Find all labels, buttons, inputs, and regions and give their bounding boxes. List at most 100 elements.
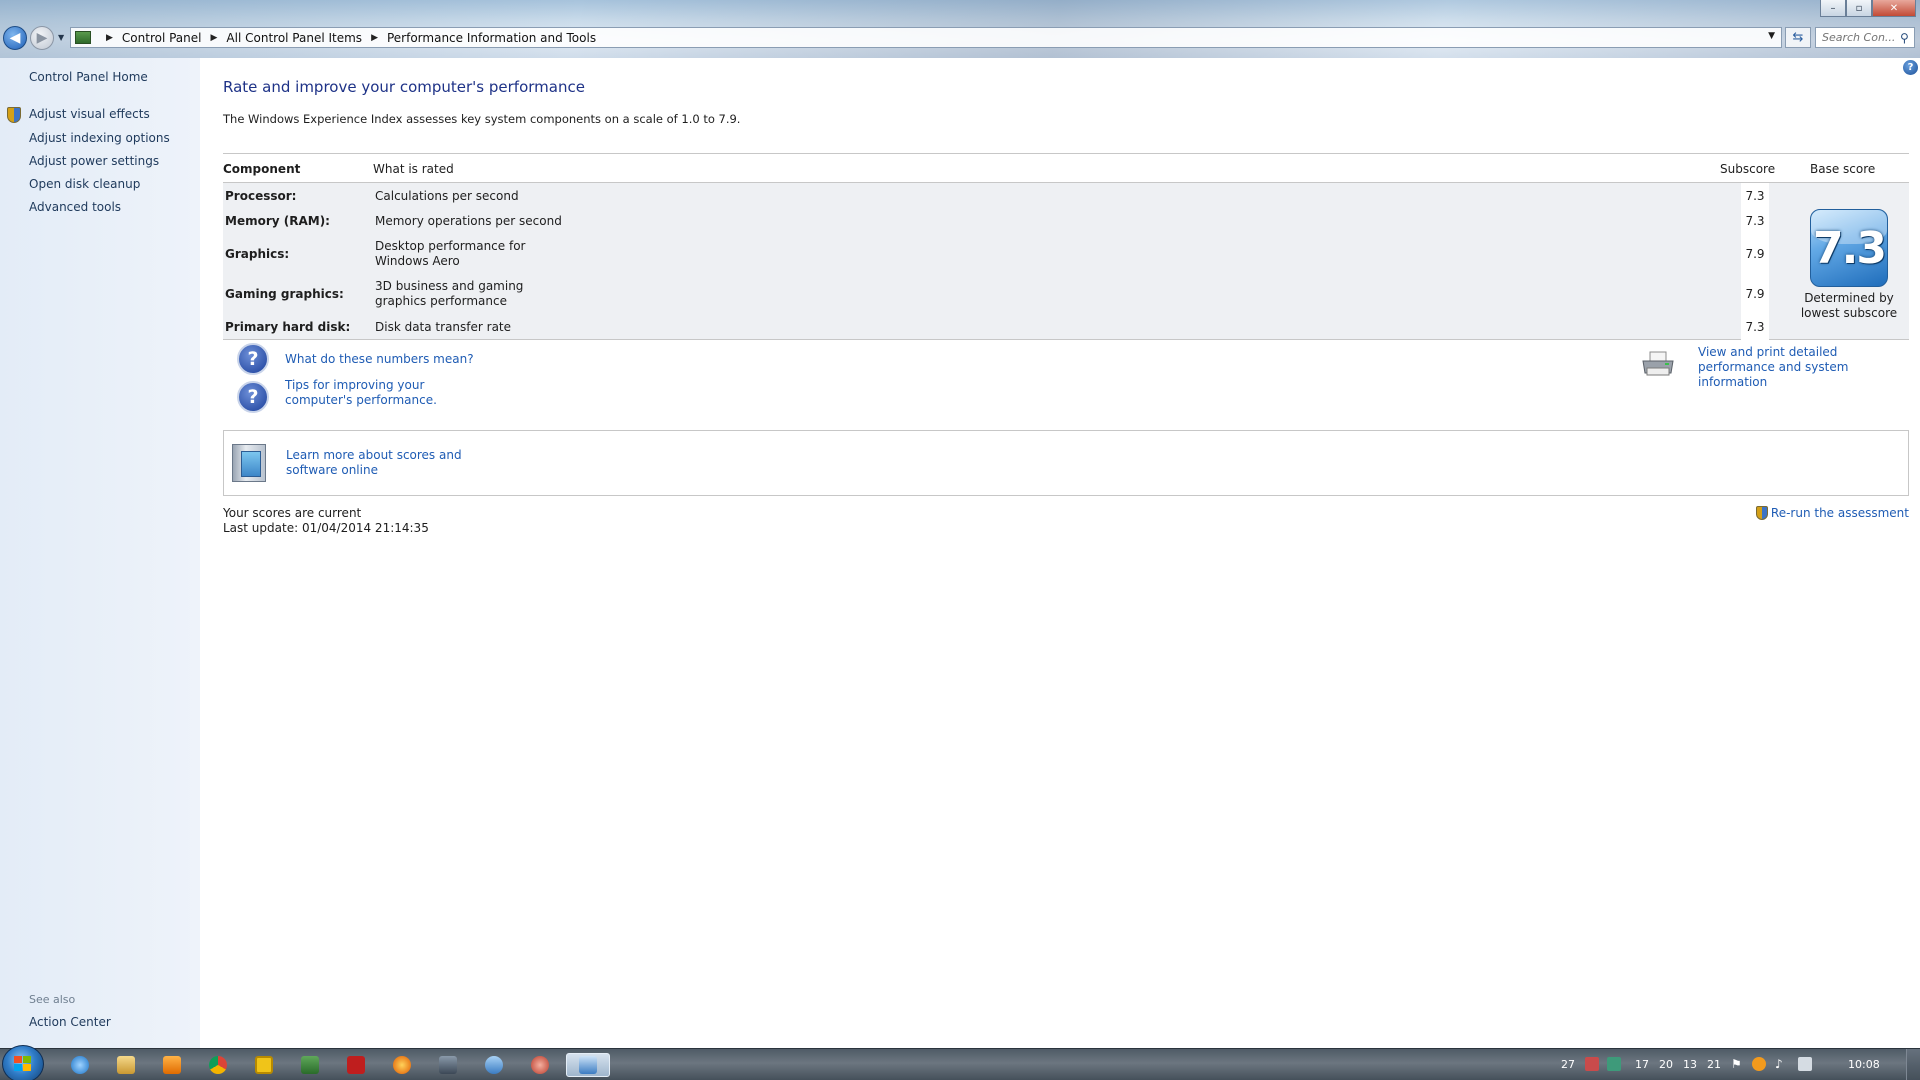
component-name: Gaming graphics: <box>225 287 344 301</box>
window-controls: – ▫ ✕ <box>1820 0 1916 17</box>
main-content: ? Rate and improve your computer's perfo… <box>200 58 1920 1048</box>
learn-more-link[interactable]: Learn more about scores and software onl… <box>286 448 516 478</box>
rated-description: Desktop performance for Windows Aero <box>375 239 526 268</box>
outlook-icon[interactable] <box>246 1053 282 1077</box>
app-icon[interactable] <box>476 1053 512 1077</box>
address-dropdown-icon[interactable]: ▼ <box>1768 31 1775 41</box>
filezilla-icon[interactable] <box>338 1053 374 1077</box>
action-center-link[interactable]: Action Center <box>29 1015 111 1029</box>
rated-description: Disk data transfer rate <box>375 320 512 334</box>
page-title: Rate and improve your computer's perform… <box>223 78 585 96</box>
adjust-power-settings-link[interactable]: Adjust power settings <box>29 154 159 168</box>
uac-shield-icon <box>1755 506 1768 520</box>
window-chrome: – ▫ ✕ ◀ ▶ ▼ ▶ Control Panel ▶ All Contro… <box>0 0 1920 58</box>
column-base-score: Base score <box>1810 162 1876 176</box>
task-pane: Control Panel Home Adjust visual effects… <box>0 58 200 1048</box>
search-box[interactable]: ⚲ <box>1815 27 1915 48</box>
rerun-assessment-link[interactable]: Re-run the assessment <box>1755 506 1909 520</box>
question-icon: ? <box>237 343 269 375</box>
rated-description: Memory operations per second <box>375 214 562 228</box>
chevron-right-icon[interactable]: ▶ <box>211 33 218 43</box>
control-panel-icon <box>75 31 91 44</box>
learn-more-box: Learn more about scores and software onl… <box>223 430 1909 496</box>
control-panel-home-link[interactable]: Control Panel Home <box>29 70 148 84</box>
rated-description: 3D business and gaming graphics performa… <box>375 279 524 308</box>
subscore-value: 7.9 <box>1745 287 1765 301</box>
base-score-note: Determined by lowest subscore <box>1800 291 1898 320</box>
address-bar[interactable]: ▶ Control Panel ▶ All Control Panel Item… <box>70 27 1782 48</box>
tray-icon[interactable] <box>1607 1057 1621 1071</box>
breadcrumb-all-items[interactable]: All Control Panel Items <box>226 31 362 45</box>
rerun-label: Re-run the assessment <box>1770 506 1909 520</box>
back-arrow-icon: ◀ <box>9 30 21 46</box>
base-score-panel: 7.3 Determined by lowest subscore <box>1799 209 1899 321</box>
chrome-icon[interactable] <box>200 1053 236 1077</box>
uac-shield-icon <box>7 107 21 123</box>
maximize-button[interactable]: ▫ <box>1846 0 1872 17</box>
tray-icon[interactable] <box>1585 1057 1599 1071</box>
app-icon[interactable] <box>384 1053 420 1077</box>
action-center-flag-icon[interactable]: ⚑ <box>1731 1057 1745 1071</box>
start-button[interactable] <box>2 1045 44 1080</box>
question-icon: ? <box>237 381 269 413</box>
open-disk-cleanup-link[interactable]: Open disk cleanup <box>29 177 140 191</box>
tray-number: 21 <box>1707 1058 1721 1071</box>
last-update-text: Last update: 01/04/2014 21:14:35 <box>223 521 429 535</box>
what-numbers-mean-link[interactable]: What do these numbers mean? <box>285 352 474 367</box>
media-player-icon[interactable] <box>154 1053 190 1077</box>
internet-explorer-icon[interactable] <box>62 1053 98 1077</box>
volume-icon[interactable]: ♪ <box>1775 1057 1789 1071</box>
column-what-is-rated: What is rated <box>373 162 454 176</box>
explorer-icon[interactable] <box>108 1053 144 1077</box>
view-print-details-link[interactable]: View and print detailed performance and … <box>1698 345 1908 390</box>
breadcrumb-control-panel[interactable]: Control Panel <box>122 31 202 45</box>
search-input[interactable] <box>1822 31 1900 44</box>
minimize-button[interactable]: – <box>1820 0 1846 17</box>
app-icon[interactable] <box>522 1053 558 1077</box>
search-icon[interactable]: ⚲ <box>1900 31 1909 45</box>
back-button[interactable]: ◀ <box>3 26 27 50</box>
component-name: Graphics: <box>225 247 290 261</box>
base-score-badge: 7.3 <box>1810 209 1888 287</box>
refresh-icon: ⇆ <box>1792 30 1804 45</box>
forward-arrow-icon: ▶ <box>36 30 48 46</box>
adjust-indexing-options-link[interactable]: Adjust indexing options <box>29 131 170 145</box>
table-header: Component What is rated Subscore Base sc… <box>223 153 1909 183</box>
component-name: Memory (RAM): <box>225 214 330 228</box>
base-score-value: 7.3 <box>1813 222 1887 274</box>
close-button[interactable]: ✕ <box>1872 0 1916 17</box>
subscore-value: 7.3 <box>1745 189 1765 203</box>
advanced-tools-link[interactable]: Advanced tools <box>29 200 121 214</box>
software-box-icon <box>232 444 266 482</box>
subscore-value: 7.3 <box>1745 214 1765 228</box>
tray-number: 20 <box>1659 1058 1673 1071</box>
app-icon[interactable] <box>292 1053 328 1077</box>
show-desktop-button[interactable] <box>1906 1049 1920 1080</box>
subscore-value: 7.3 <box>1745 320 1765 334</box>
subscore-value: 7.9 <box>1745 247 1765 261</box>
network-icon[interactable] <box>1798 1057 1812 1071</box>
tips-improving-link[interactable]: Tips for improving your computer's perfo… <box>285 378 485 408</box>
tray-number: 27 <box>1561 1058 1575 1071</box>
recent-pages-dropdown[interactable]: ▼ <box>58 33 64 42</box>
assessment-status: Your scores are current Last update: 01/… <box>223 506 429 536</box>
chevron-right-icon[interactable]: ▶ <box>106 33 113 43</box>
forward-button[interactable]: ▶ <box>30 26 54 50</box>
app-icon[interactable] <box>430 1053 466 1077</box>
control-panel-icon[interactable] <box>566 1053 610 1077</box>
help-icon[interactable]: ? <box>1903 60 1918 75</box>
refresh-button[interactable]: ⇆ <box>1785 27 1811 48</box>
taskbar: 27 17 20 13 21 ⚑ ♪ 10:08 <box>0 1045 1920 1080</box>
tray-number: 17 <box>1635 1058 1649 1071</box>
clock[interactable]: 10:08 <box>1848 1058 1880 1071</box>
score-table: Component What is rated Subscore Base sc… <box>223 153 1909 340</box>
component-name: Primary hard disk: <box>225 320 351 334</box>
windows-logo-icon <box>14 1056 32 1072</box>
chevron-right-icon[interactable]: ▶ <box>371 33 378 43</box>
column-subscore: Subscore <box>1720 162 1776 176</box>
printer-icon <box>1642 351 1674 376</box>
tray-icon[interactable] <box>1752 1057 1766 1071</box>
tray-number: 13 <box>1683 1058 1697 1071</box>
breadcrumb-performance[interactable]: Performance Information and Tools <box>387 31 596 45</box>
adjust-visual-effects-link[interactable]: Adjust visual effects <box>29 107 150 121</box>
